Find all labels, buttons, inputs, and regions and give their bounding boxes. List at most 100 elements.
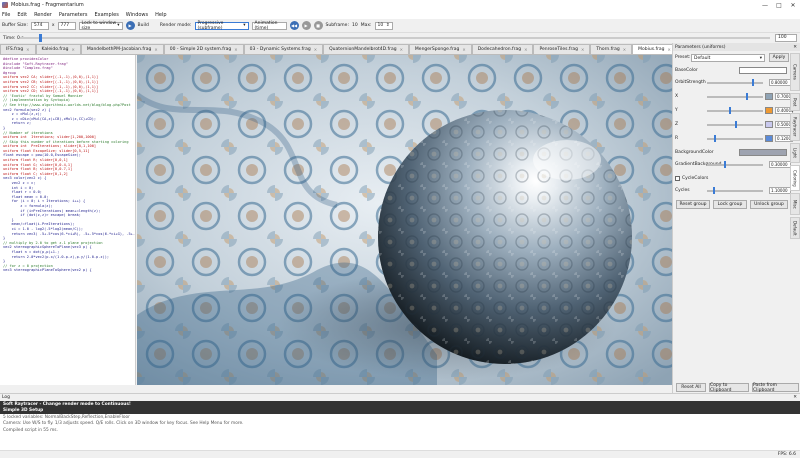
status-bar: FPS: 6.6: [0, 450, 800, 458]
group-tab-post[interactable]: Post: [790, 93, 800, 111]
close-tab-icon[interactable]: ✕: [668, 47, 671, 52]
checkbox-icon[interactable]: [675, 176, 680, 181]
file-tab[interactable]: MandelbethPM-Jacobian.frag ✕: [80, 44, 164, 54]
close-tab-icon[interactable]: ✕: [154, 47, 157, 52]
param-label: Y: [675, 108, 678, 113]
param-slider-track[interactable]: [707, 96, 763, 98]
close-button[interactable]: ✕: [786, 2, 800, 9]
file-tab[interactable]: Kaleido.frag ✕: [35, 44, 81, 54]
group-tab-misc[interactable]: Misc: [790, 193, 800, 215]
file-tab[interactable]: Thorn.frag ✕: [590, 44, 633, 54]
menu-parameters[interactable]: Parameters: [59, 12, 88, 18]
color-swatch[interactable]: [765, 135, 773, 142]
code-line: return vec3( .5+.5*cos(6.*ci+R), .5+.5*c…: [11, 231, 135, 236]
render-view[interactable]: [137, 55, 672, 385]
file-tab[interactable]: 00 - Simple 2D system.frag ✕: [163, 44, 244, 54]
file-tab[interactable]: IFS.frag ✕: [0, 44, 36, 54]
menu-examples[interactable]: Examples: [95, 12, 119, 18]
play-icon[interactable]: ▶: [301, 21, 311, 30]
file-tab[interactable]: QuaternionMandelbrot4D.frag ✕: [323, 44, 409, 54]
copy-clipboard-button[interactable]: Copy to Clipboard: [709, 383, 749, 393]
menu-file[interactable]: File: [2, 12, 10, 18]
group-tab-coloring[interactable]: Coloring: [790, 165, 800, 191]
buffer-width-input[interactable]: 574: [30, 21, 49, 30]
param-slider-track[interactable]: [707, 164, 763, 166]
param-slider-thumb[interactable]: [735, 121, 737, 128]
param-slider-track[interactable]: [707, 82, 763, 84]
close-icon[interactable]: ✕: [793, 45, 797, 50]
app-icon: [2, 2, 8, 8]
time-end-input[interactable]: 100: [775, 34, 797, 42]
paste-clipboard-button[interactable]: Paste from Clipboard: [752, 383, 799, 393]
color-swatch[interactable]: [765, 93, 773, 100]
close-tab-icon[interactable]: ✕: [462, 47, 465, 52]
subframe-max-input[interactable]: 10 ⇕: [374, 21, 393, 30]
reset-all-button[interactable]: Reset All: [676, 383, 706, 392]
param-slider-thumb[interactable]: [713, 135, 716, 142]
menu-help[interactable]: Help: [155, 12, 166, 18]
code-editor[interactable]: #define providesColor #include "Soft-Rayt…: [0, 55, 136, 385]
param-slider-thumb[interactable]: [713, 187, 716, 194]
close-tab-icon[interactable]: ✕: [234, 47, 237, 52]
color-swatch[interactable]: [765, 121, 773, 128]
color-swatch[interactable]: [739, 149, 787, 156]
color-swatch[interactable]: [765, 107, 773, 114]
param-value-input[interactable]: 1.10000: [769, 187, 791, 194]
reset-group-button[interactable]: Reset group: [676, 200, 710, 209]
param-label: X: [675, 94, 678, 99]
param-name: Cycles: [675, 188, 690, 193]
file-tab[interactable]: MengerSponge.frag ✕: [408, 44, 472, 54]
maximize-button[interactable]: □: [772, 2, 786, 9]
lock-group-button[interactable]: Lock group: [713, 200, 747, 209]
time-slider-track[interactable]: [20, 37, 770, 39]
file-tab[interactable]: 03 - Dynamic Systems.frag ✕: [243, 44, 324, 54]
build-label[interactable]: Build: [138, 23, 149, 28]
file-tab[interactable]: Mobius.frag ✕: [632, 44, 677, 54]
param-slider-thumb[interactable]: [746, 93, 749, 100]
buffer-height-input[interactable]: 777: [57, 21, 76, 30]
close-tab-icon[interactable]: ✕: [26, 47, 29, 52]
param-slider-thumb[interactable]: [751, 79, 754, 86]
subframe-value: 10: [351, 23, 358, 28]
menu-edit[interactable]: Edit: [17, 12, 27, 18]
close-tab-icon[interactable]: ✕: [400, 47, 403, 52]
code-line: // See http://www.algorithmic-worlds.net…: [3, 102, 131, 107]
param-value-input[interactable]: 0.30000: [769, 161, 791, 168]
stop-icon[interactable]: ■: [313, 21, 323, 30]
param-slider-thumb[interactable]: [723, 161, 726, 168]
close-tab-icon[interactable]: ✕: [581, 47, 584, 52]
close-tab-icon[interactable]: ✕: [623, 47, 626, 52]
menu-render[interactable]: Render: [34, 12, 52, 18]
lock-mode-select[interactable]: Lock to window size ▾: [78, 21, 123, 31]
menu-windows[interactable]: Windows: [126, 12, 148, 18]
param-value-input[interactable]: 0.80000: [769, 79, 791, 86]
build-icon[interactable]: ▶: [125, 21, 135, 30]
file-tab[interactable]: PenroseTiles.frag ✕: [533, 44, 591, 54]
group-tab-raytracer[interactable]: Raytracer: [790, 113, 800, 141]
param-name: BackgroundColor: [675, 150, 714, 155]
rewind-icon[interactable]: ◀◀: [289, 21, 299, 30]
minimize-button[interactable]: —: [758, 2, 772, 9]
close-tab-icon[interactable]: ✕: [71, 47, 74, 52]
param-slider-track[interactable]: [707, 190, 763, 192]
preset-row: Preset:: [675, 55, 691, 60]
apply-button[interactable]: Apply: [769, 53, 789, 62]
time-slider-thumb[interactable]: [39, 34, 42, 42]
param-slider-track[interactable]: [707, 110, 763, 112]
group-tab-light[interactable]: Light: [790, 143, 800, 163]
group-tab-default[interactable]: Default: [790, 217, 800, 239]
close-tab-icon[interactable]: ✕: [524, 47, 527, 52]
preset-select[interactable]: Default ▾: [691, 54, 765, 62]
close-icon[interactable]: ✕: [793, 395, 797, 400]
file-tab[interactable]: Dodecahedron.frag ✕: [471, 44, 534, 54]
unlock-group-button[interactable]: Unlock group: [750, 200, 788, 209]
animation-mode-select[interactable]: Animation (time): [251, 21, 287, 31]
toolbar: Buffer Size: 574 x 777 Lock to window si…: [0, 19, 800, 33]
group-tab-camera[interactable]: Camera: [790, 53, 800, 91]
color-swatch[interactable]: [739, 67, 787, 74]
window-controls: — □ ✕: [758, 2, 800, 9]
render-mode-select[interactable]: Progressive (subframe) ▾: [194, 21, 249, 31]
param-slider-thumb[interactable]: [729, 107, 732, 114]
close-tab-icon[interactable]: ✕: [314, 47, 317, 52]
param-name: BaseColor: [675, 68, 698, 73]
